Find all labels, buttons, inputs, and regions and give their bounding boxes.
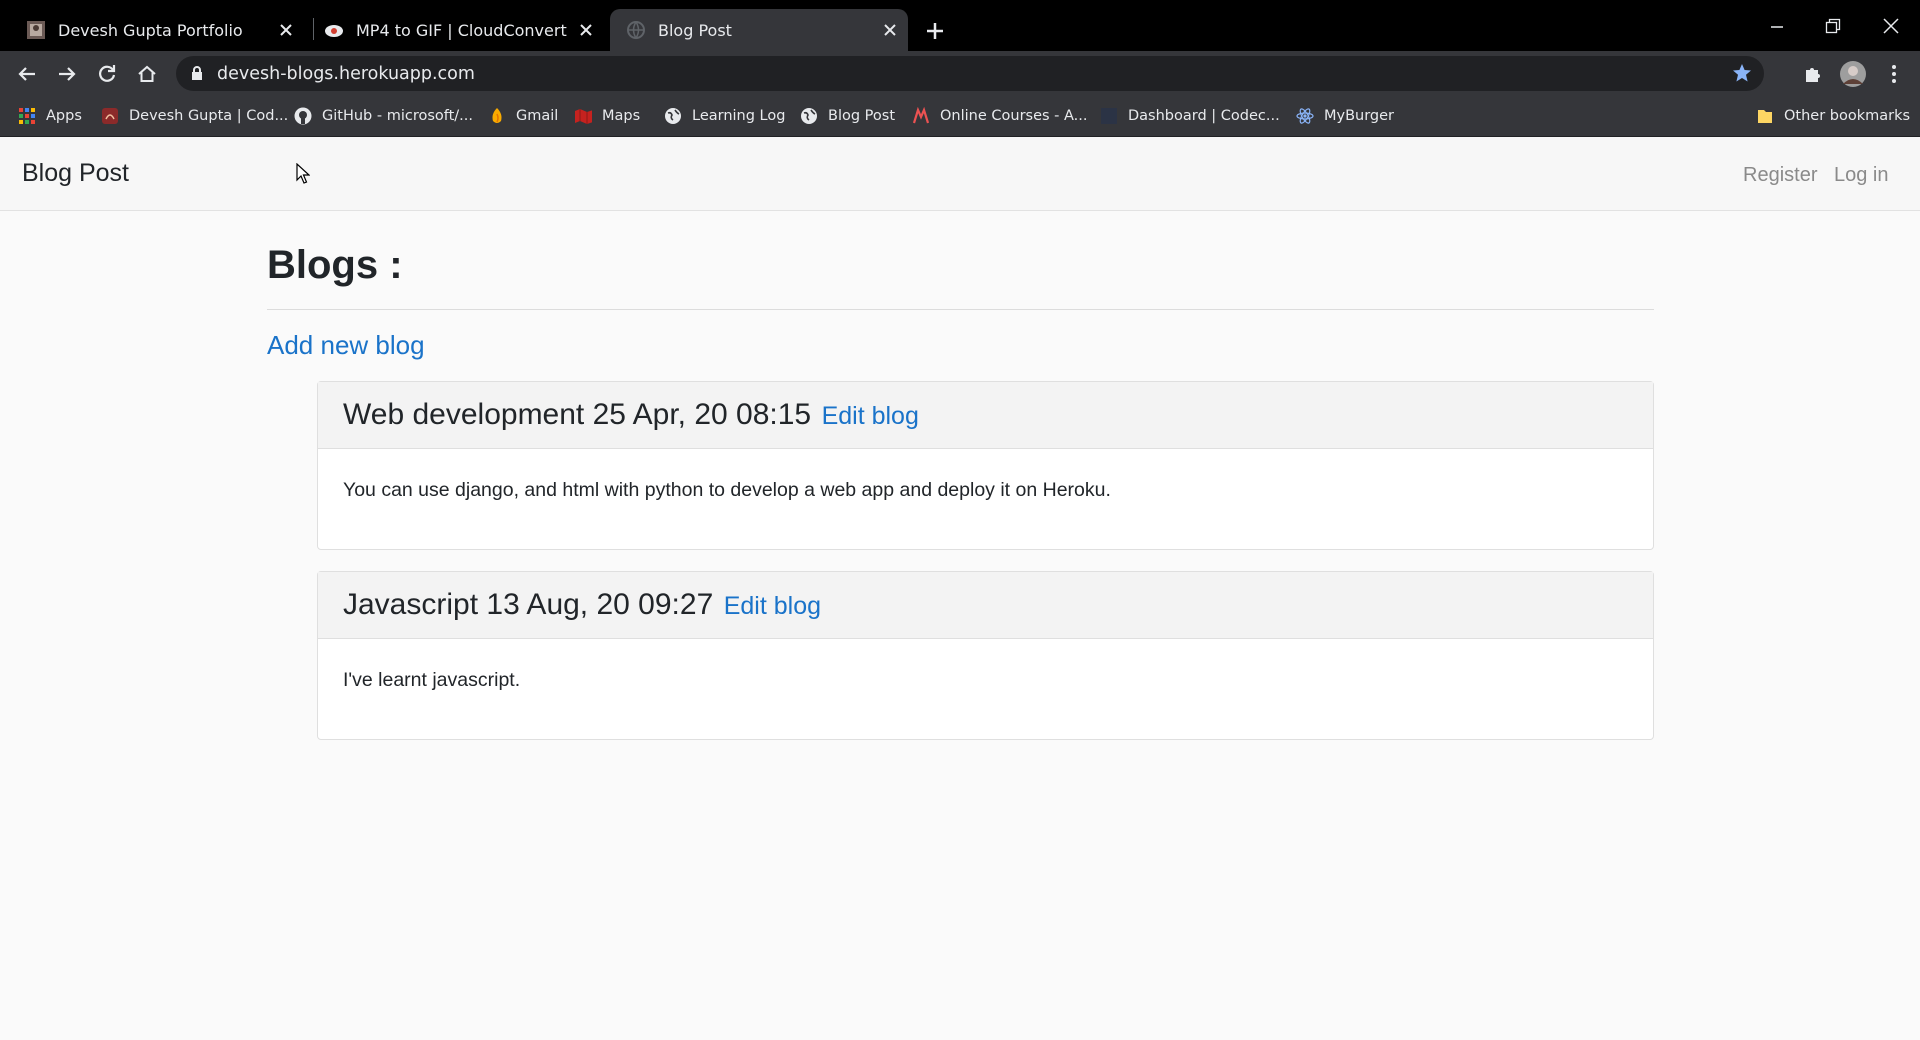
new-tab-button[interactable] [921, 17, 949, 45]
bookmarks-bar: Apps Devesh Gupta | Cod... GitHub - micr… [0, 96, 1920, 137]
reload-icon [99, 65, 116, 82]
react-icon [1296, 107, 1314, 125]
page-title: Blogs : [267, 243, 403, 287]
extensions-button[interactable] [1798, 59, 1828, 89]
close-tab-icon[interactable] [878, 18, 902, 42]
bookmark-udemy[interactable]: Online Courses - A... [912, 96, 1088, 136]
blog-body: You can use django, and html with python… [343, 479, 1111, 501]
tab-blog-post[interactable]: Blog Post [610, 9, 908, 51]
restore-button[interactable] [1813, 6, 1853, 46]
close-tab-icon[interactable] [574, 18, 598, 42]
close-icon [1883, 18, 1899, 34]
tab-portfolio[interactable]: Devesh Gupta Portfolio [14, 9, 304, 51]
minimize-icon [1771, 26, 1783, 28]
bookmark-label: Dashboard | Codec... [1128, 108, 1280, 124]
bookmark-maps[interactable]: Maps [574, 96, 640, 136]
portfolio-icon [26, 20, 46, 40]
mouse-cursor-icon [296, 162, 311, 190]
browser-toolbar: devesh-blogs.herokuapp.com [0, 51, 1920, 96]
github-icon [294, 107, 312, 125]
codechef-icon [101, 107, 119, 125]
menu-button[interactable] [1879, 59, 1909, 89]
blog-title: Javascript 13 Aug, 20 09:27 [343, 588, 714, 621]
avatar-icon [1840, 61, 1866, 87]
divider [267, 309, 1654, 310]
folder-icon [1756, 107, 1774, 125]
bookmark-blog-post[interactable]: Blog Post [800, 96, 895, 136]
edit-blog-link[interactable]: Edit blog [724, 592, 821, 620]
bookmark-gmail[interactable]: Gmail [488, 96, 558, 136]
site-navbar: Blog Post Register Log in [0, 137, 1920, 211]
lock-icon [190, 65, 204, 86]
tab-title: MP4 to GIF | CloudConvert [356, 20, 567, 40]
globe-icon [664, 107, 682, 125]
edit-blog-link[interactable]: Edit blog [822, 402, 919, 430]
blog-card-header: Javascript 13 Aug, 20 09:27 Edit blog [318, 572, 1653, 639]
bookmark-label: Maps [602, 108, 641, 124]
blog-card: Javascript 13 Aug, 20 09:27 Edit blog I'… [317, 571, 1654, 740]
bookmark-label: GitHub - microsoft/... [322, 108, 474, 124]
back-button[interactable] [12, 59, 42, 89]
bookmark-label: MyBurger [1324, 108, 1395, 124]
restore-icon [1825, 18, 1841, 34]
cloudconvert-icon [324, 20, 344, 40]
bookmark-github[interactable]: GitHub - microsoft/... [294, 96, 473, 136]
other-bookmarks-label: Other bookmarks [1784, 108, 1911, 124]
profile-avatar[interactable] [1838, 59, 1868, 89]
bookmark-label: Blog Post [828, 108, 895, 124]
brand-link[interactable]: Blog Post [22, 159, 129, 188]
bookmark-label: Devesh Gupta | Cod... [129, 108, 289, 124]
minimize-button[interactable] [1757, 6, 1797, 46]
back-arrow-icon [18, 67, 35, 81]
plus-icon [927, 23, 943, 39]
apps-grid-icon [18, 107, 36, 125]
bookmark-label: Apps [46, 108, 82, 124]
url-text: devesh-blogs.herokuapp.com [217, 64, 475, 84]
add-new-blog-link[interactable]: Add new blog [267, 330, 425, 361]
reload-button[interactable] [92, 59, 122, 89]
blog-body: I've learnt javascript. [343, 669, 521, 691]
close-tab-icon[interactable] [274, 18, 298, 42]
bookmark-label: Learning Log [692, 108, 786, 124]
close-window-button[interactable] [1871, 6, 1911, 46]
globe-icon [626, 20, 646, 40]
bookmark-label: Gmail [516, 108, 559, 124]
bookmark-myburger[interactable]: MyBurger [1296, 96, 1394, 136]
tab-cloudconvert[interactable]: MP4 to GIF | CloudConvert [314, 9, 604, 51]
login-link[interactable]: Log in [1834, 164, 1889, 187]
tab-title: Devesh Gupta Portfolio [58, 20, 243, 40]
blog-card: Web development 25 Apr, 20 08:15 Edit bl… [317, 381, 1654, 550]
udemy-icon [912, 107, 930, 125]
bookmark-learning-log[interactable]: Learning Log [664, 96, 785, 136]
puzzle-icon [1806, 68, 1820, 82]
home-icon [138, 65, 156, 82]
forward-arrow-icon [59, 67, 76, 81]
maps-icon [574, 107, 592, 125]
globe-icon [800, 107, 818, 125]
bookmark-codechef[interactable]: Devesh Gupta | Cod... [101, 96, 288, 136]
codecademy-icon [1100, 107, 1118, 125]
bookmark-star-icon[interactable] [1732, 63, 1752, 88]
forward-button[interactable] [52, 59, 82, 89]
bookmark-apps[interactable]: Apps [18, 96, 82, 136]
blog-card-header: Web development 25 Apr, 20 08:15 Edit bl… [318, 382, 1653, 449]
tab-title: Blog Post [658, 20, 732, 40]
other-bookmarks[interactable]: Other bookmarks [1756, 96, 1910, 136]
bookmark-codecademy[interactable]: Dashboard | Codec... [1100, 96, 1280, 136]
register-link[interactable]: Register [1743, 164, 1817, 187]
tab-strip: Devesh Gupta Portfolio MP4 to GIF | Clou… [0, 0, 1920, 51]
address-bar[interactable]: devesh-blogs.herokuapp.com [176, 56, 1764, 91]
home-button[interactable] [132, 59, 162, 89]
bookmark-label: Online Courses - A... [940, 108, 1088, 124]
gmail-icon [488, 107, 506, 125]
blog-title: Web development 25 Apr, 20 08:15 [343, 398, 812, 431]
kebab-menu-icon [1892, 65, 1896, 83]
